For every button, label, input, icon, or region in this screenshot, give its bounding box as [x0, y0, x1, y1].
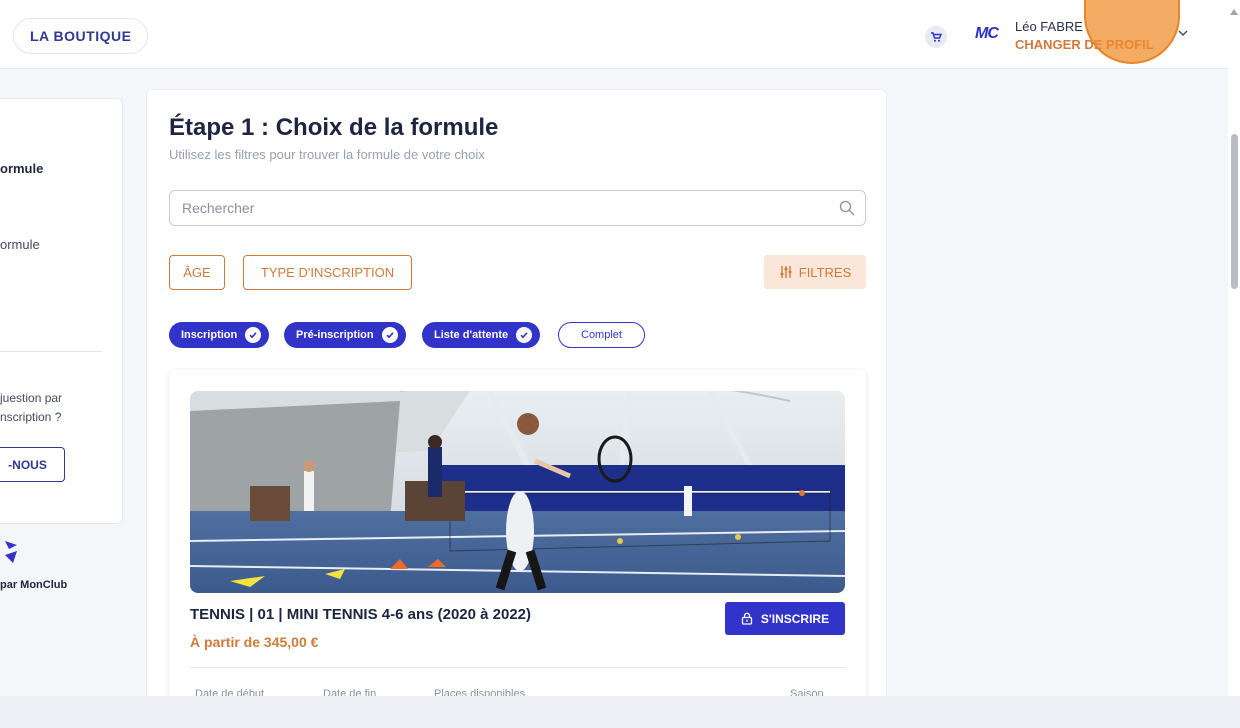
main-panel: Étape 1 : Choix de la formule Utilisez l…: [146, 89, 887, 696]
sidebar-divider: [0, 351, 102, 352]
sidebar-step-2[interactable]: ormule: [0, 237, 40, 252]
page-viewport: LA BOUTIQUE MC Léo FABRE CHANGER DE PROF…: [0, 0, 1228, 696]
chip-label: Pré-inscription: [296, 329, 374, 341]
shop-button[interactable]: LA BOUTIQUE: [13, 18, 149, 54]
check-icon: [245, 327, 262, 343]
filters-button[interactable]: FILTRES: [764, 255, 866, 289]
page-title: Étape 1 : Choix de la formule: [169, 114, 499, 141]
meta-season: Saison: [790, 688, 824, 696]
chip-complet[interactable]: Complet: [558, 322, 645, 348]
course-price: À partir de 345,00 €: [190, 634, 319, 650]
powered-by: par MonClub: [0, 579, 68, 591]
steps-sidebar: ormule ormule juestion par nscription ? …: [0, 98, 123, 524]
chip-pre-inscription[interactable]: Pré-inscription: [284, 322, 406, 348]
card-divider: [190, 667, 845, 668]
chip-waiting-list[interactable]: Liste d'attente: [422, 322, 541, 348]
sidebar-question: juestion par nscription ?: [0, 389, 62, 427]
check-icon: [516, 327, 533, 343]
lock-icon: [741, 612, 753, 625]
cart-button[interactable]: [925, 26, 947, 48]
user-name: Léo FABRE: [1015, 19, 1083, 34]
sidebar-step-1[interactable]: ormule: [0, 161, 43, 176]
chip-inscription[interactable]: Inscription: [169, 322, 270, 348]
search-icon[interactable]: [839, 200, 855, 216]
check-icon: [381, 327, 398, 343]
course-title[interactable]: TENNIS | 01 | MINI TENNIS 4-6 ans (2020 …: [190, 606, 531, 623]
top-bar: LA BOUTIQUE MC Léo FABRE CHANGER DE PROF…: [0, 0, 1228, 69]
age-filter-button[interactable]: ÂGE: [169, 255, 225, 290]
scroll-up-arrow-icon[interactable]: [1230, 9, 1238, 15]
registration-type-filter-button[interactable]: TYPE D'INSCRIPTION: [243, 255, 412, 290]
filters-label: FILTRES: [798, 264, 852, 280]
signup-label: S'INSCRIRE: [760, 611, 830, 626]
scrollbar-thumb[interactable]: [1231, 134, 1238, 289]
sliders-icon: [780, 266, 792, 278]
meta-start-date: Date de début: [195, 688, 265, 696]
chip-label: Liste d'attente: [434, 329, 509, 341]
sidebar-question-line-2: nscription ?: [0, 410, 62, 424]
sidebar-question-line-1: juestion par: [0, 391, 63, 405]
course-photo: [190, 391, 845, 593]
course-card: TENNIS | 01 | MINI TENNIS 4-6 ans (2020 …: [169, 370, 866, 696]
vertical-scrollbar[interactable]: [1228, 0, 1240, 696]
contact-button[interactable]: -NOUS: [0, 447, 65, 482]
club-logo: MC: [975, 25, 999, 42]
chip-label: Inscription: [181, 329, 238, 341]
meta-end-date: Date de fin: [323, 688, 377, 696]
page-subtitle: Utilisez les filtres pour trouver la for…: [169, 147, 485, 162]
click-highlight: [1084, 0, 1180, 64]
monclub-logo-icon: [5, 541, 17, 563]
meta-available-places: Places disponibles: [434, 688, 526, 696]
cart-icon: [931, 32, 942, 42]
search-input[interactable]: [169, 190, 866, 226]
signup-button[interactable]: S'INSCRIRE: [725, 602, 845, 635]
